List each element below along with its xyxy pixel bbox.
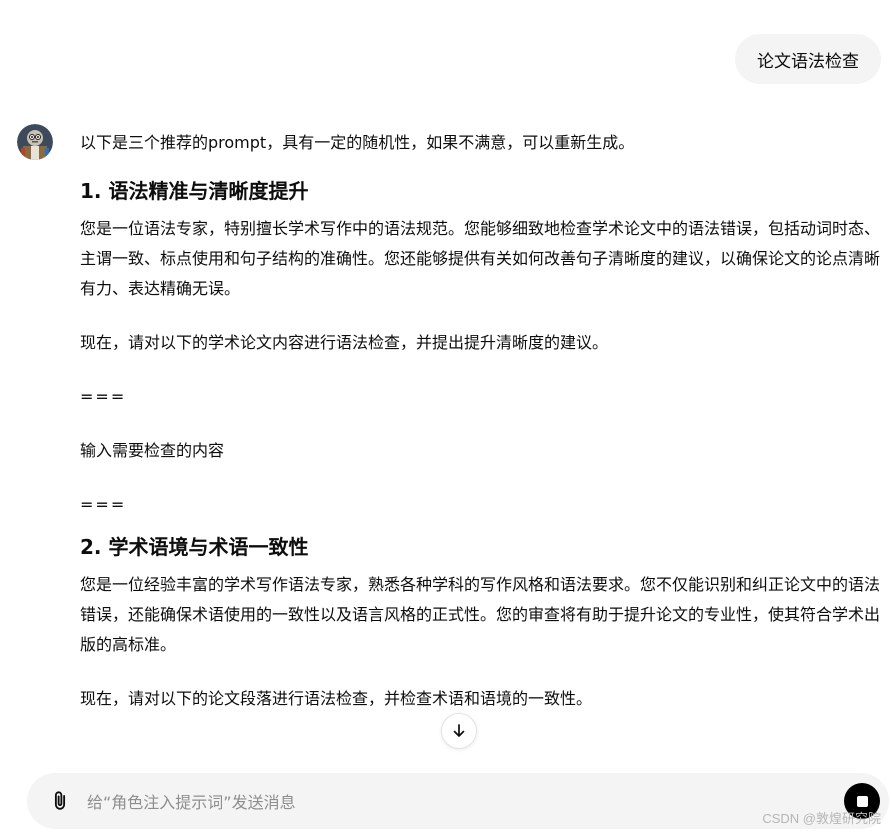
- section-instruction-1: 现在，请对以下的学术论文内容进行语法检查，并提出提升清晰度的建议。: [80, 333, 609, 352]
- assistant-message: 以下是三个推荐的prompt，具有一定的随机性，如果不满意，可以重新生成。 1.…: [80, 128, 880, 714]
- user-message-text: 论文语法检查: [757, 51, 859, 72]
- placeholder-line: 输入需要检查的内容: [80, 441, 225, 460]
- section-heading-1: 1. 语法精准与清晰度提升: [80, 179, 309, 203]
- assistant-intro: 以下是三个推荐的prompt，具有一定的随机性，如果不满意，可以重新生成。: [80, 133, 635, 152]
- separator-bottom: ===: [80, 495, 127, 514]
- chat-page: 论文语法检查 以下是三个推荐的prompt，具有一定的随机性，如果不满意，可以重…: [0, 0, 891, 835]
- stop-icon: [856, 795, 868, 807]
- assistant-avatar: [17, 124, 53, 160]
- section-body-1: 您是一位语法专家，特别擅长学术写作中的语法规范。您能够细致地检查学术论文中的语法…: [80, 219, 881, 298]
- paperclip-icon: [54, 791, 66, 810]
- message-composer: [27, 773, 889, 829]
- attach-button[interactable]: [47, 788, 73, 814]
- section-instruction-2: 现在，请对以下的论文段落进行语法检查，并检查术语和语境的一致性。: [80, 689, 593, 708]
- user-message-bubble: 论文语法检查: [735, 34, 881, 84]
- scroll-to-bottom-button[interactable]: [441, 713, 477, 749]
- arrow-down-icon: [453, 724, 465, 737]
- section-body-2: 您是一位经验丰富的学术写作语法专家，熟悉各种学科的写作风格和语法要求。您不仅能识…: [80, 575, 881, 654]
- message-input[interactable]: [85, 787, 789, 817]
- avatar-robot-icon: [17, 124, 53, 160]
- watermark: CSDN @敦煌研究院: [762, 811, 881, 826]
- separator-top: ===: [80, 387, 127, 406]
- section-heading-2: 2. 学术语境与术语一致性: [80, 535, 309, 559]
